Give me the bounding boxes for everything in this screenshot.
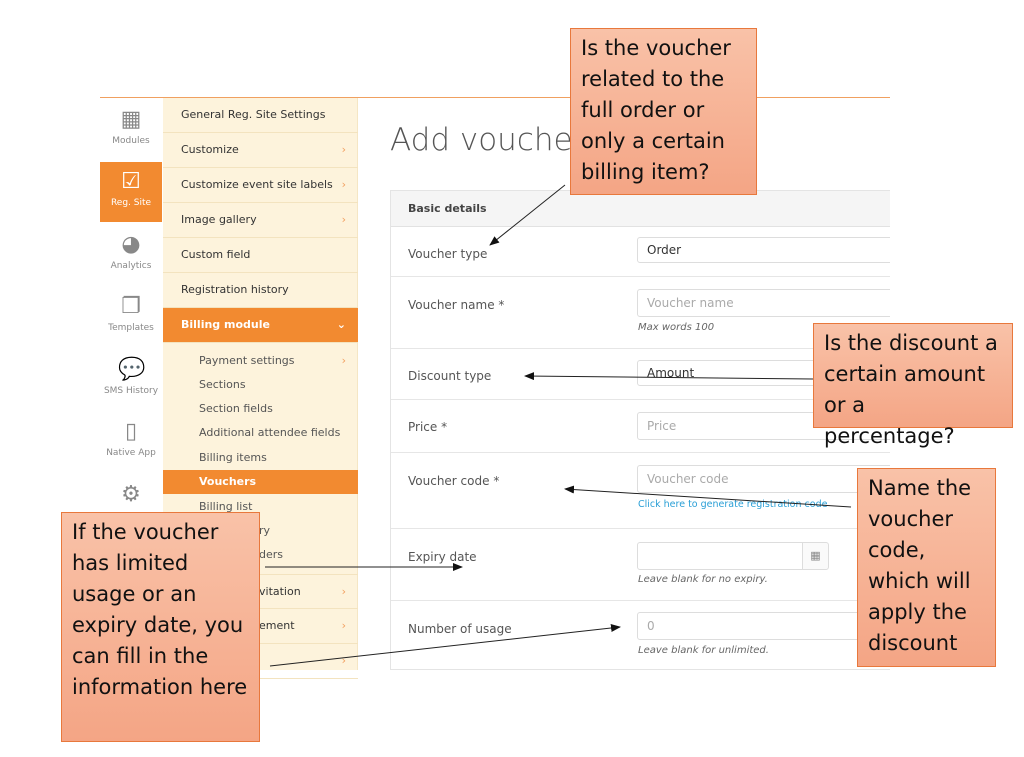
callout-voucher-code: Name the voucher code, which will apply … (857, 468, 996, 667)
callout-discount: Is the discount a certain amount or a pe… (813, 323, 1013, 448)
callout-voucher-type: Is the voucher related to the full order… (570, 28, 757, 195)
arrow-usage (269, 624, 621, 667)
arrow-voucher-code (564, 485, 852, 508)
callout-limits: If the voucher has limited usage or an e… (61, 512, 260, 742)
arrow-discount-type (524, 372, 814, 381)
arrow-voucher-type (489, 184, 566, 246)
